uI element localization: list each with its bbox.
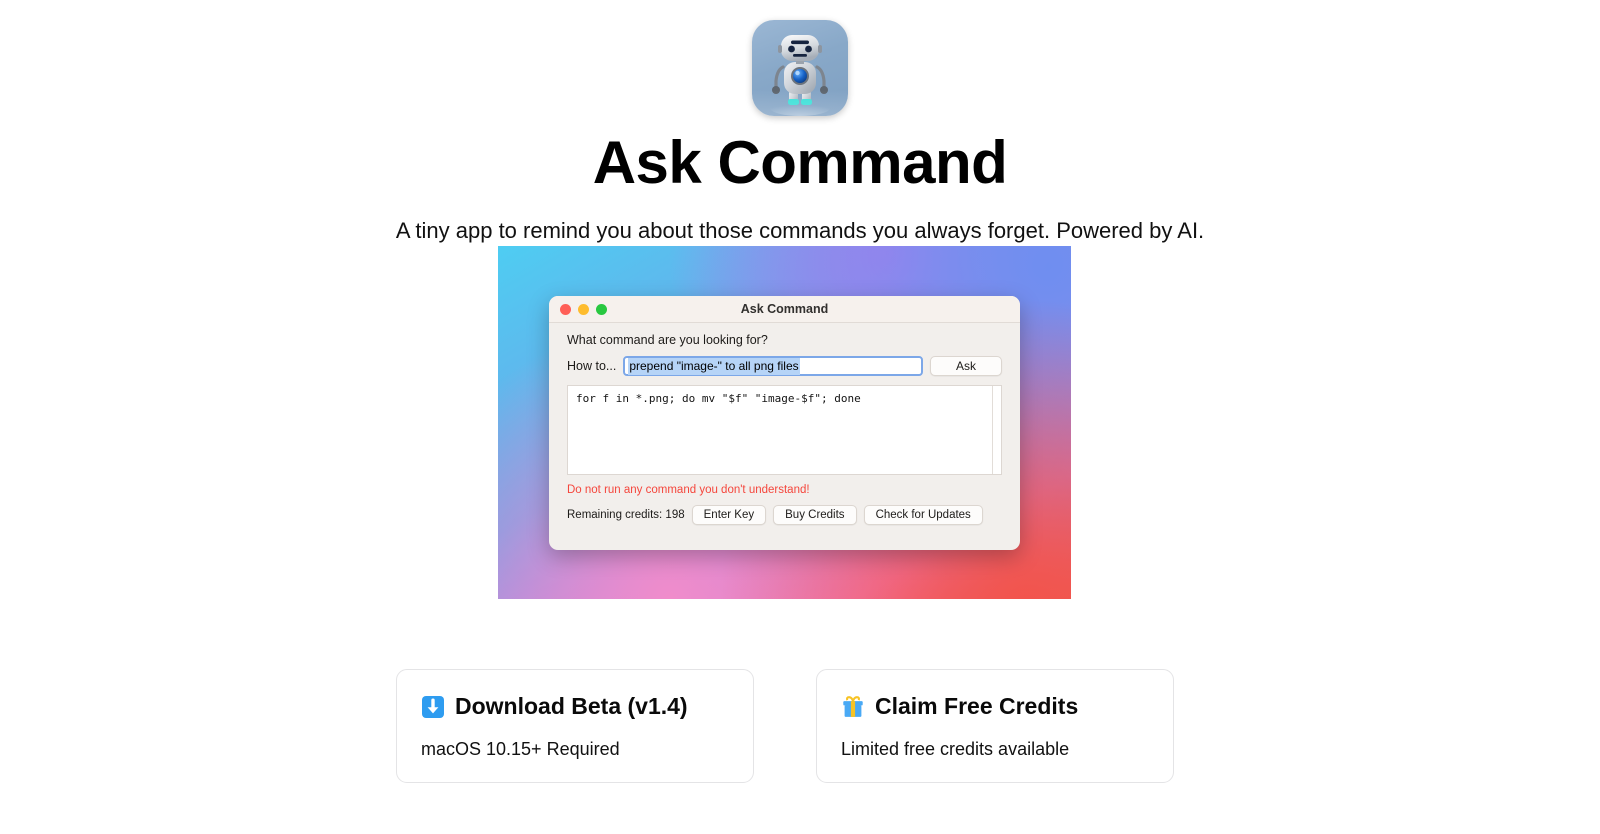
- page-title: Ask Command: [592, 129, 1008, 196]
- query-input-value: prepend "image-" to all png files: [628, 357, 800, 375]
- gift-icon: [843, 695, 863, 717]
- download-beta-card-title-text: Download Beta (v1.4): [455, 693, 688, 719]
- claim-free-credits-card[interactable]: Claim Free Credits Limited free credits …: [816, 669, 1174, 783]
- check-for-updates-button[interactable]: Check for Updates: [863, 505, 983, 525]
- hero-section: Ask Command A tiny app to remind you abo…: [0, 0, 1600, 244]
- download-beta-card-title: Download Beta (v1.4): [421, 693, 729, 719]
- landing-page: Ask Command A tiny app to remind you abo…: [0, 0, 1600, 834]
- result-scrollbar[interactable]: [992, 386, 1001, 474]
- prompt-label: What command are you looking for?: [567, 333, 768, 347]
- claim-free-credits-card-subtitle: Limited free credits available: [841, 739, 1070, 760]
- buy-credits-button[interactable]: Buy Credits: [773, 505, 857, 525]
- query-input[interactable]: prepend "image-" to all png files: [623, 356, 923, 376]
- result-command-text: for f in *.png; do mv "$f" "image-$f"; d…: [576, 392, 861, 405]
- ask-button[interactable]: Ask: [930, 356, 1002, 376]
- window-body: What command are you looking for? How to…: [549, 323, 1020, 525]
- safety-warning: Do not run any command you don't underst…: [567, 484, 810, 496]
- window-title: Ask Command: [740, 302, 829, 316]
- download-beta-card[interactable]: Download Beta (v1.4) macOS 10.15+ Requir…: [396, 669, 754, 783]
- window-footer: Remaining credits: 198 Enter Key Buy Cre…: [567, 505, 1002, 525]
- robot-illustration: [770, 35, 830, 116]
- download-arrow-icon: [422, 695, 444, 718]
- claim-free-credits-card-title-text: Claim Free Credits: [875, 693, 1079, 719]
- cta-cards: Download Beta (v1.4) macOS 10.15+ Requir…: [396, 669, 1204, 783]
- mock-app-window: Ask Command What command are you looking…: [549, 296, 1020, 550]
- app-screenshot: Ask Command What command are you looking…: [498, 246, 1071, 599]
- remaining-credits-label: Remaining credits: 198: [567, 509, 685, 521]
- enter-key-button[interactable]: Enter Key: [691, 505, 767, 525]
- how-to-label: How to...: [567, 359, 617, 373]
- window-titlebar: Ask Command: [549, 296, 1020, 323]
- claim-free-credits-card-title: Claim Free Credits: [841, 693, 1149, 719]
- robot-app-icon: [752, 20, 848, 116]
- download-beta-card-subtitle: macOS 10.15+ Required: [421, 739, 620, 760]
- ask-row: How to... prepend "image-" to all png fi…: [567, 356, 1002, 376]
- page-subtitle: A tiny app to remind you about those com…: [395, 218, 1205, 243]
- result-output-area[interactable]: for f in *.png; do mv "$f" "image-$f"; d…: [567, 385, 1002, 475]
